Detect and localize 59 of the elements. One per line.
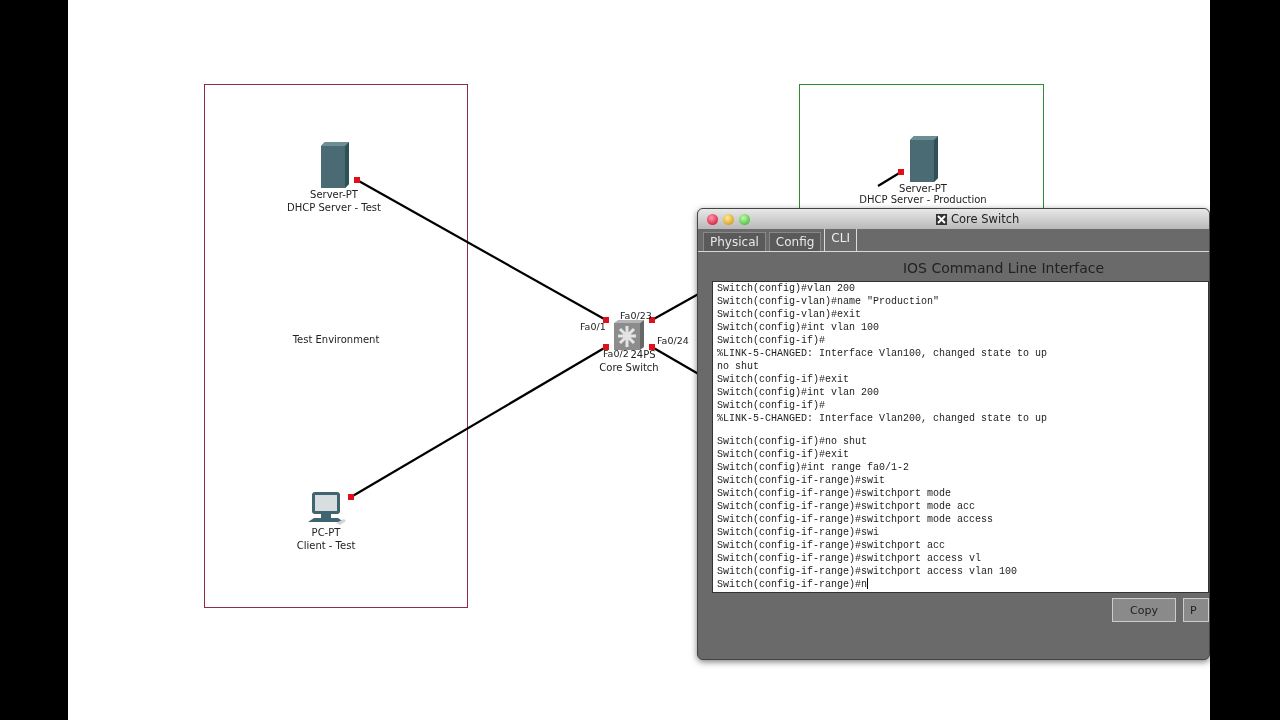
console-line: Switch(config-if-range)#switchport mode acc (717, 500, 977, 513)
window-title: Core Switch (951, 212, 1020, 226)
port-status-icon (348, 494, 354, 500)
device-name: DHCP Server - Production (859, 193, 987, 206)
server-icon (319, 142, 349, 188)
port-label: Fa0/1 (580, 320, 606, 333)
console-line: Switch(config-if)# (717, 399, 827, 412)
zoom-button[interactable] (739, 213, 750, 225)
console-line: Switch(config-vlan)#name "Production" (717, 295, 941, 308)
text-caret (867, 578, 869, 589)
app-icon (936, 213, 947, 225)
console-line: Switch(config)#vlan 200 (717, 282, 857, 295)
console-line: Switch(config-if)#exit (717, 448, 851, 461)
computer-icon (306, 492, 346, 526)
console-line: no shut (717, 360, 760, 373)
device-model: PC-PT (311, 526, 341, 539)
panel-heading: IOS Command Line Interface (901, 259, 1106, 278)
port-status-icon (354, 177, 360, 183)
port-status-icon (649, 317, 655, 323)
action-button[interactable]: Copy (1112, 598, 1176, 622)
console-line: %LINK-5-CHANGED: Interface Vlan100, changed state to up (717, 347, 1049, 360)
tab[interactable]: Config (768, 232, 822, 251)
console-line: Switch(config-if-range)#switchport access vl (717, 552, 983, 565)
console-line: Switch(config-if-range)#switchport acc (717, 539, 947, 552)
console-line: Switch(config-if-range)#switchport mode (717, 487, 953, 500)
console-line: Switch(config-if)#exit (717, 373, 851, 386)
close-button[interactable] (707, 213, 718, 225)
console-line: Switch(config-if-range)#swi (717, 526, 881, 539)
switch-icon (614, 320, 644, 350)
device-name: DHCP Server - Test (287, 201, 381, 214)
console-line: Switch(config-if-range)#switchport mode access (717, 513, 995, 526)
port-label: Fa0/24 (657, 334, 689, 347)
device-model: Server-PT (899, 182, 947, 195)
console-line: Switch(config-if)#no shut (717, 435, 869, 448)
device-name: Client - Test (296, 539, 356, 552)
console-line: Switch(config-if-range)#swit (717, 474, 887, 487)
port-status-icon (649, 344, 655, 350)
port-status-icon (603, 344, 609, 350)
port-label: Fa0/2 (603, 347, 629, 360)
console-line: Switch(config)#int vlan 100 (717, 321, 881, 334)
tab[interactable]: CLI (824, 228, 857, 251)
console-line: Switch(config-vlan)#exit (717, 308, 863, 321)
cli-console[interactable] (712, 281, 1209, 593)
console-line: Switch(config)#int range fa0/1-2 (717, 461, 911, 474)
device-name: Core Switch (599, 361, 659, 374)
action-button[interactable]: P (1183, 598, 1209, 622)
port-status-icon (603, 317, 609, 323)
device-model: 24PS (630, 348, 656, 361)
port-label: Fa0/23 (620, 309, 652, 322)
tab[interactable]: Physical (703, 232, 766, 251)
device-model: Server-PT (310, 188, 358, 201)
console-line: Switch(config)#int vlan 200 (717, 386, 881, 399)
zone-label: Test Environment (291, 333, 381, 346)
console-line: %LINK-5-CHANGED: Interface Vlan200, changed state to up (717, 412, 1049, 425)
port-status-icon (898, 169, 904, 175)
console-line: Switch(config-if)# (717, 334, 827, 347)
console-line: Switch(config-if-range)#switchport access vlan 100 (717, 565, 1019, 578)
server-icon (908, 136, 938, 182)
console-line: Switch(config-if-range)#n (717, 579, 868, 590)
